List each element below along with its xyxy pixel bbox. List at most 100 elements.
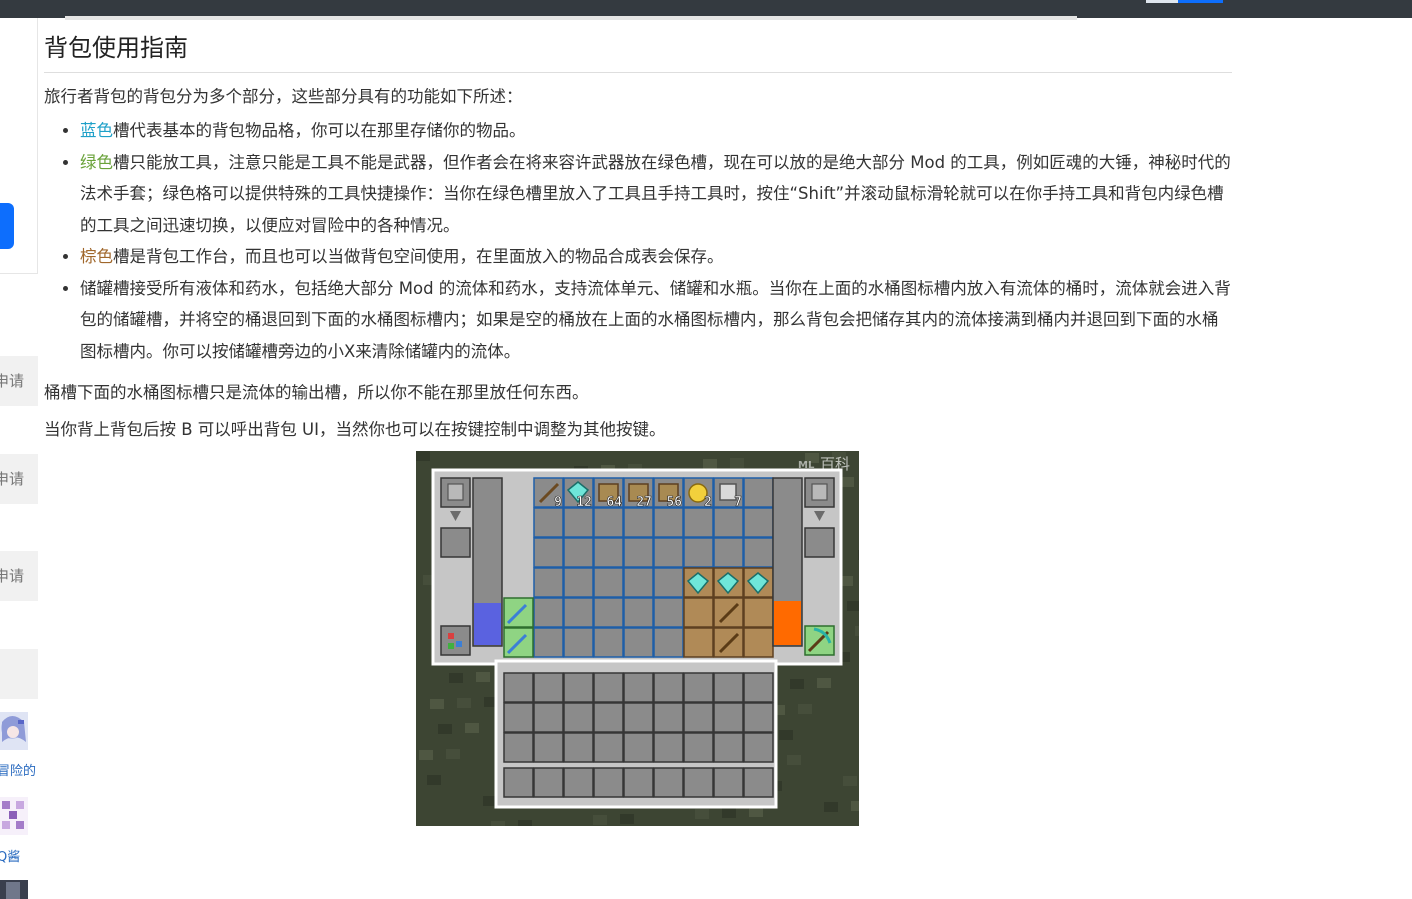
crafting-slot <box>743 597 774 628</box>
storage-slot <box>743 537 774 568</box>
background-texture <box>518 820 532 826</box>
player-slot <box>503 732 534 763</box>
hotbar-slot <box>683 767 714 798</box>
player-slot <box>743 672 774 703</box>
storage-slot <box>653 537 684 568</box>
player-slot <box>653 672 684 703</box>
background-texture <box>419 750 433 760</box>
storage-slot <box>623 507 654 538</box>
storage-slot <box>623 627 654 658</box>
player-slot <box>743 702 774 733</box>
apply-button-2[interactable]: 申请 <box>0 454 38 504</box>
settings-slot <box>440 625 471 656</box>
storage-slot <box>593 597 624 628</box>
stack-count: 9 <box>554 495 562 510</box>
background-texture <box>695 809 709 819</box>
background-texture <box>817 678 831 688</box>
background-texture <box>722 808 736 818</box>
background-texture <box>824 802 838 812</box>
storage-slot <box>563 597 594 628</box>
user-avatar-3[interactable] <box>0 880 28 899</box>
hotbar-slot <box>533 767 564 798</box>
background-texture <box>730 458 744 468</box>
background-texture <box>620 814 634 824</box>
background-texture <box>593 815 607 825</box>
hotbar-slot <box>593 767 624 798</box>
bucket-output-slot <box>804 527 835 558</box>
background-texture <box>851 801 859 811</box>
background-texture <box>427 775 441 785</box>
green-slot-label: 绿色 <box>80 152 113 172</box>
player-slot <box>563 672 594 703</box>
storage-slot <box>593 627 624 658</box>
storage-slot <box>743 477 774 508</box>
player-slot <box>503 702 534 733</box>
storage-slot <box>713 507 744 538</box>
stack-count: 56 <box>666 495 682 510</box>
apply-button-3[interactable]: 申请 <box>0 551 38 601</box>
background-texture <box>847 601 859 611</box>
storage-slot <box>653 627 684 658</box>
player-slot <box>683 732 714 763</box>
storage-slot <box>563 567 594 598</box>
user-avatar-1[interactable] <box>0 712 28 750</box>
sidebar-empty-card <box>0 649 38 699</box>
background-texture <box>779 730 793 740</box>
feature-list: 蓝色槽代表基本的背包物品格，你可以在那里存储你的物品。 绿色槽只能放工具，注意只… <box>44 115 1232 367</box>
apply-button-1[interactable]: 申请 <box>0 356 38 406</box>
storage-slot <box>593 507 624 538</box>
navbar-button-light[interactable] <box>1146 0 1178 3</box>
paragraph-bucket-output: 桶槽下面的水桶图标槽只是流体的输出槽，所以你不能在那里放任何东西。 <box>44 383 589 402</box>
hotbar-slot <box>743 767 774 798</box>
pattern-avatar-icon <box>0 797 28 835</box>
storage-slot <box>683 537 714 568</box>
background-texture <box>790 679 804 689</box>
background-texture <box>430 699 444 709</box>
stack-count: 12 <box>576 495 592 510</box>
user-name-2[interactable]: Q酱 <box>0 846 20 865</box>
storage-slot <box>533 627 564 658</box>
stack-count: 64 <box>606 495 622 510</box>
background-texture <box>858 550 859 560</box>
list-item: 绿色槽只能放工具，注意只能是工具不能是武器，但作者会在将来容许武器放在绿色槽，现… <box>80 147 1232 242</box>
player-slot <box>623 732 654 763</box>
background-texture <box>843 776 857 786</box>
background-texture <box>787 755 801 765</box>
bucket-icon <box>811 483 828 501</box>
player-slot <box>593 672 624 703</box>
player-slot <box>653 732 684 763</box>
user-name-1[interactable]: 冒险的 <box>0 760 36 779</box>
hotbar-slot <box>653 767 684 798</box>
hotbar-slot <box>623 767 654 798</box>
hotbar-slot <box>713 767 744 798</box>
storage-slot <box>563 507 594 538</box>
storage-slot <box>653 567 684 598</box>
storage-slot <box>533 567 564 598</box>
intro-paragraph: 旅行者背包的背包分为多个部分，这些部分具有的功能如下所述： <box>44 87 523 106</box>
player-slot <box>593 702 624 733</box>
bucket-output-slot <box>440 527 471 558</box>
player-slot <box>563 732 594 763</box>
background-texture <box>449 673 463 683</box>
background-texture <box>855 626 859 636</box>
hotbar-slot <box>503 767 534 798</box>
background-texture <box>446 749 460 759</box>
player-slot <box>533 672 564 703</box>
user-avatar-2[interactable] <box>0 797 28 835</box>
storage-slot <box>713 537 744 568</box>
background-texture <box>465 723 479 733</box>
player-slot <box>713 702 744 733</box>
section-heading: 背包使用指南 <box>44 24 1232 73</box>
navbar-button-primary[interactable] <box>1178 0 1223 3</box>
storage-slot <box>593 567 624 598</box>
player-slot <box>683 672 714 703</box>
anime-avatar-icon <box>0 712 28 750</box>
dark-avatar-icon <box>0 880 28 899</box>
player-slot <box>563 702 594 733</box>
config-icon <box>448 633 454 639</box>
navbar-underline <box>65 16 1077 20</box>
background-texture <box>798 704 812 714</box>
sidebar-primary-button[interactable] <box>0 203 14 249</box>
storage-slot <box>743 507 774 538</box>
storage-slot <box>683 507 714 538</box>
